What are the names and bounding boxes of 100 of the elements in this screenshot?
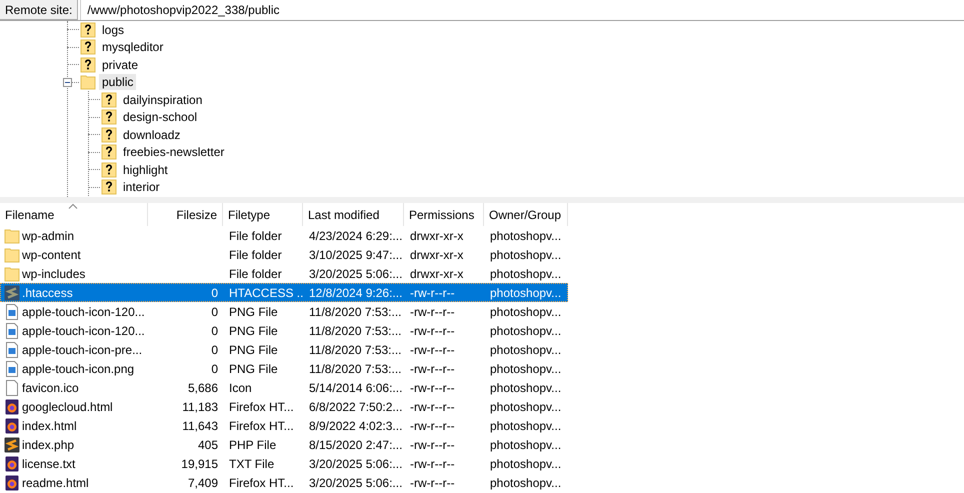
- owner-group: photoshopv...: [490, 418, 562, 432]
- file-name: wp-admin: [22, 228, 74, 242]
- modified-date: 11/8/2020 7:53:...: [309, 342, 402, 356]
- file-name: apple-touch-icon-pre...: [22, 342, 142, 356]
- file-icon: [4, 380, 20, 396]
- modified-date: 8/15/2020 2:47:...: [309, 438, 402, 452]
- file-row[interactable]: readme.html 7,409 Firefox HT... 3/20/2025 5:06:... -rw-r--r-- photoshopv...: [0, 473, 568, 492]
- file-row[interactable]: wp-content File folder 3/10/2025 9:47:... drwxr-xr-x photoshopv...: [0, 245, 568, 264]
- file-row[interactable]: favicon.ico 5,686 Icon 5/14/2014 6:06:... -rw-r--r-- photoshopv...: [0, 378, 568, 397]
- column-header[interactable]: Permissions: [404, 203, 484, 226]
- folder-icon: [80, 74, 96, 90]
- file-size: 5,686: [188, 380, 218, 394]
- owner-group: photoshopv...: [490, 400, 562, 414]
- question-folder-icon: [101, 144, 117, 160]
- file-type: PNG File: [229, 362, 278, 376]
- file-name: apple-touch-icon-120...: [22, 304, 145, 318]
- column-header[interactable]: Last modified: [303, 203, 404, 226]
- question-folder-icon: [101, 109, 117, 126]
- modified-date: 8/9/2022 4:02:3...: [309, 418, 402, 432]
- column-header[interactable]: Filename: [0, 203, 148, 226]
- file-row[interactable]: wp-admin File folder 4/23/2024 6:29:... drwxr-xr-x photoshopv...: [0, 226, 568, 245]
- file-type: PHP File: [229, 438, 276, 452]
- folder-icon: [4, 228, 20, 244]
- modified-date: 5/14/2014 6:06:...: [309, 380, 402, 394]
- folder-name[interactable]: public: [99, 74, 136, 90]
- file-name: googlecloud.html: [22, 400, 113, 414]
- script-file-icon: [4, 284, 20, 300]
- file-type: File folder: [229, 266, 282, 280]
- file-row[interactable]: googlecloud.html 11,183 Firefox HT... 6/8/2022 7:50:2... -rw-r--r-- photoshopv...: [0, 397, 568, 416]
- file-type: Firefox HT...: [229, 476, 294, 490]
- file-name: wp-content: [22, 248, 81, 262]
- file-type: File folder: [229, 228, 282, 242]
- permissions: -rw-r--r--: [410, 362, 455, 376]
- permissions: -rw-r--r--: [410, 418, 455, 432]
- collapse-icon[interactable]: [63, 78, 72, 86]
- folder-name[interactable]: design-school: [120, 109, 200, 126]
- folder-name[interactable]: private: [99, 56, 142, 73]
- remote-path-field[interactable]: /www/photoshopvip2022_338/public: [80, 0, 964, 20]
- modified-date: 11/8/2020 7:53:...: [309, 324, 402, 338]
- owner-group: photoshopv...: [490, 324, 562, 338]
- browser-file-icon: [4, 456, 20, 472]
- script-file-icon: [4, 436, 20, 452]
- permissions: -rw-r--r--: [410, 380, 455, 394]
- question-folder-icon: [101, 92, 117, 108]
- question-folder-icon: [101, 162, 117, 178]
- permissions: -rw-r--r--: [410, 342, 455, 356]
- folder-name[interactable]: freebies-newsletter: [120, 144, 228, 160]
- folder-icon: [4, 246, 20, 262]
- file-size: 11,643: [182, 418, 218, 432]
- file-name: readme.html: [22, 476, 89, 490]
- permissions: -rw-r--r--: [410, 400, 455, 414]
- permissions: -rw-r--r--: [410, 456, 455, 470]
- modified-date: 4/23/2024 6:29:...: [309, 228, 402, 242]
- folder-name[interactable]: logs: [99, 22, 128, 38]
- owner-group: photoshopv...: [490, 380, 562, 394]
- folder-name[interactable]: downloadz: [120, 126, 184, 143]
- file-size: 0: [211, 324, 218, 338]
- question-folder-icon: [80, 22, 96, 38]
- file-row[interactable]: apple-touch-icon.png 0 PNG File 11/8/2020 7:53:... -rw-r--r-- photoshopv...: [0, 359, 568, 378]
- file-type: Firefox HT...: [229, 418, 294, 432]
- folder-name[interactable]: dailyinspiration: [120, 92, 206, 108]
- question-folder-icon: [101, 126, 117, 143]
- permissions: -rw-r--r--: [410, 324, 455, 338]
- file-row[interactable]: .htaccess 0 HTACCESS ... 12/8/2024 9:26:... -rw-r--r-- photoshopv...: [0, 283, 568, 302]
- file-name: wp-includes: [22, 266, 86, 280]
- file-row[interactable]: apple-touch-icon-120... 0 PNG File 11/8/2020 7:53:... -rw-r--r-- photoshopv...: [0, 321, 568, 340]
- file-row[interactable]: index.html 11,643 Firefox HT... 8/9/2022 4:02:3... -rw-r--r-- photoshopv...: [0, 416, 568, 435]
- column-header[interactable]: Filetype: [223, 203, 303, 226]
- owner-group: photoshopv...: [490, 228, 562, 242]
- folder-name[interactable]: mysqleditor: [99, 39, 166, 56]
- permissions: -rw-r--r--: [410, 304, 455, 318]
- column-header[interactable]: Owner/Group: [484, 203, 568, 226]
- file-name: .htaccess: [22, 286, 73, 300]
- file-row[interactable]: index.php 405 PHP File 8/15/2020 2:47:... -rw-r--r-- photoshopv...: [0, 435, 568, 454]
- owner-group: photoshopv...: [490, 286, 562, 300]
- file-size: 19,915: [181, 456, 218, 470]
- file-type: File folder: [229, 248, 282, 262]
- file-size: 0: [211, 362, 218, 376]
- permissions: drwxr-xr-x: [410, 248, 464, 262]
- column-header[interactable]: Filesize: [148, 203, 223, 226]
- file-row[interactable]: apple-touch-icon-120... 0 PNG File 11/8/2020 7:53:... -rw-r--r-- photoshopv...: [0, 302, 568, 321]
- folder-name[interactable]: interior: [120, 179, 163, 196]
- file-row[interactable]: wp-includes File folder 3/20/2025 5:06:... drwxr-xr-x photoshopv...: [0, 264, 568, 283]
- image-file-icon: [4, 304, 20, 320]
- owner-group: photoshopv...: [490, 248, 562, 262]
- question-folder-icon: [80, 56, 96, 73]
- owner-group: photoshopv...: [490, 456, 562, 470]
- file-type: Icon: [229, 380, 252, 394]
- file-type: PNG File: [229, 304, 278, 318]
- file-row[interactable]: license.txt 19,915 TXT File 3/20/2025 5:06:... -rw-r--r-- photoshopv...: [0, 454, 568, 473]
- file-size: 0: [211, 286, 218, 300]
- permissions: -rw-r--r--: [410, 476, 455, 490]
- file-type: PNG File: [229, 324, 278, 338]
- modified-date: 11/8/2020 7:53:...: [309, 362, 402, 376]
- file-name: index.html: [22, 418, 77, 432]
- modified-date: 3/20/2025 5:06:...: [309, 476, 402, 490]
- file-type: HTACCESS ...: [229, 286, 304, 300]
- browser-file-icon: [4, 474, 20, 490]
- folder-name[interactable]: highlight: [120, 162, 171, 178]
- file-row[interactable]: apple-touch-icon-pre... 0 PNG File 11/8/2020 7:53:... -rw-r--r-- photoshopv...: [0, 340, 568, 359]
